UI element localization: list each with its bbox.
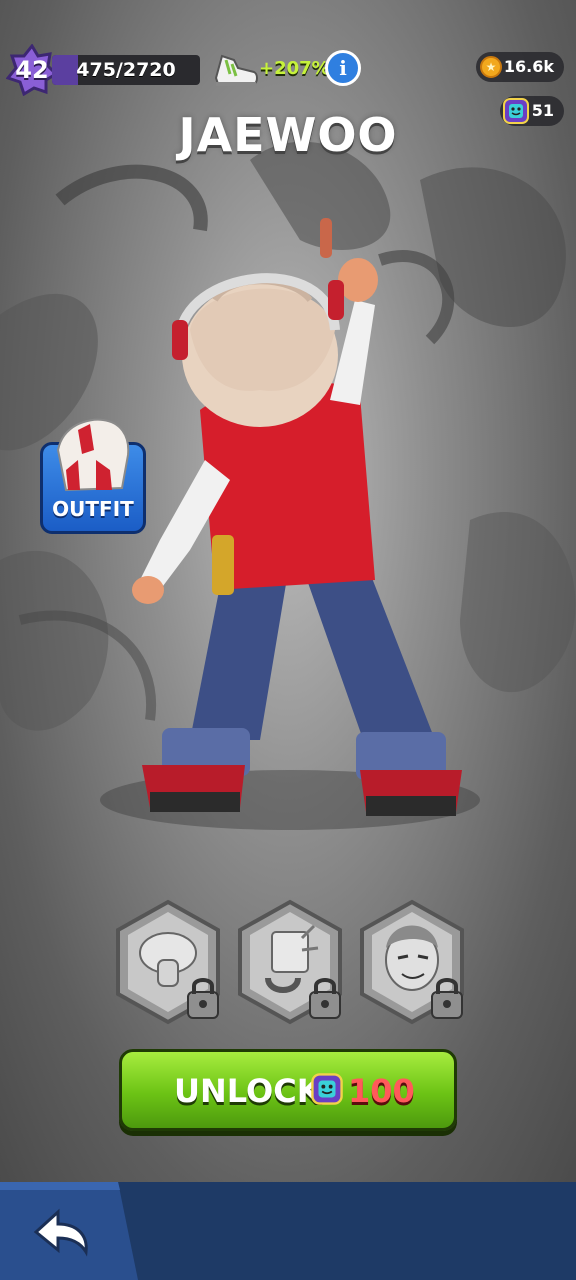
- locked-reward-3[interactable]: [354, 898, 470, 1028]
- player-level: 42: [15, 56, 49, 84]
- unlock-label: UNLOCK: [174, 1072, 322, 1110]
- xp-progress-bar: 475/2720: [52, 55, 200, 85]
- coins-counter[interactable]: ★ 16.6k: [476, 52, 564, 82]
- locked-reward-2[interactable]: [232, 898, 348, 1028]
- xp-text: 475/2720: [76, 59, 176, 81]
- unlock-button[interactable]: UNLOCK 100: [119, 1049, 457, 1131]
- character-name: JAEWOO: [178, 108, 398, 162]
- back-button[interactable]: [0, 1182, 138, 1280]
- boost-percent: +207%: [259, 58, 330, 79]
- player-level-badge[interactable]: 42: [6, 44, 58, 96]
- info-icon[interactable]: i: [325, 50, 361, 86]
- outfit-shirt-icon: [56, 418, 130, 492]
- sneaker-icon: [214, 54, 258, 86]
- coin-icon: ★: [480, 56, 502, 78]
- locked-reward-1[interactable]: [110, 898, 226, 1028]
- token-icon: [311, 1073, 343, 1105]
- character-model: [132, 218, 462, 816]
- coins-value: 16.6k: [503, 57, 554, 76]
- character-showcase: 42 475/2720 +207% i ★ 16.6k 51 JAEWOO OU…: [0, 0, 576, 1184]
- unlock-price: 100: [348, 1072, 415, 1110]
- outfit-label: OUTFIT: [52, 497, 134, 521]
